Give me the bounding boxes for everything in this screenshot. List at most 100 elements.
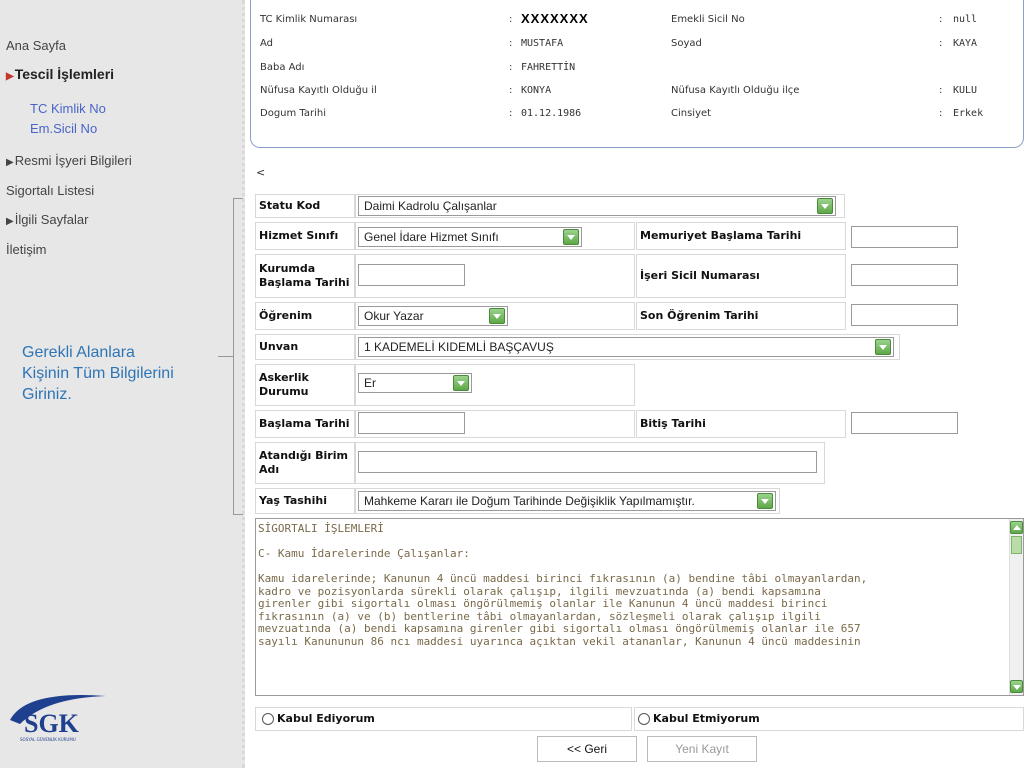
nav-em-label: Em.Sicil No — [30, 121, 98, 136]
bitis-tarihi-input[interactable] — [851, 412, 958, 434]
memuriyet-label: Memuriyet Başlama Tarihi — [636, 222, 846, 250]
nav-tc-kimlik-no[interactable]: TC Kimlik No — [30, 101, 106, 116]
terms-text: SİGORTALI İŞLEMLERİ C- Kamu İdarelerinde… — [258, 522, 868, 648]
soyad-value: KAYA — [953, 38, 978, 49]
accept-radio[interactable]: Kabul Ediyorum — [262, 712, 375, 725]
colon: : — [939, 14, 943, 25]
colon: : — [509, 38, 513, 49]
colon: : — [509, 108, 513, 119]
askerlik-select[interactable]: Er — [358, 373, 472, 393]
back-button[interactable]: << Geri — [537, 736, 637, 762]
atandigi-label-line-1: Atandığı Birim — [259, 449, 348, 462]
nav-insured-label: Sigortalı Listesi — [6, 183, 95, 198]
scroll-thumb[interactable] — [1011, 536, 1022, 554]
svg-text:SGK: SGK — [24, 709, 80, 738]
askerlik-value: Er — [364, 376, 376, 390]
accept-label: Kabul Ediyorum — [277, 712, 375, 725]
sgk-logo: SGK SOSYAL GÜVENLİK KURUMU — [6, 684, 114, 744]
annotation-line-3: Giriniz. — [22, 386, 72, 403]
askerlik-label-line-2: Durumu — [259, 385, 309, 398]
tc-label: TC Kimlik Numarası — [260, 14, 358, 25]
nav-related-pages[interactable]: ▶İlgili Sayfalar — [6, 212, 88, 227]
tc-value: XXXXXXX — [521, 11, 589, 26]
dogum-value: 01.12.1986 — [521, 108, 582, 119]
instruction-annotation: Gerekli Alanlara Kişinin Tüm Bilgilerini… — [22, 342, 212, 405]
chevron-down-icon — [489, 308, 505, 324]
colon: : — [509, 14, 513, 25]
statu-kod-value: Daimi Kadrolu Çalışanlar — [364, 199, 497, 213]
yas-tashihi-label: Yaş Tashihi — [255, 488, 355, 514]
ilce-label: Nüfusa Kayıtlı Olduğu ilçe — [671, 85, 800, 96]
chevron-down-icon — [875, 339, 891, 355]
terms-textarea[interactable]: SİGORTALI İŞLEMLERİ C- Kamu İdarelerinde… — [255, 518, 1024, 696]
cinsiyet-label: Cinsiyet — [671, 108, 712, 119]
nav-contact[interactable]: İletişim — [6, 242, 46, 257]
unvan-select[interactable]: 1 KADEMELİ KIDEMLİ BAŞÇAVUŞ — [358, 337, 894, 357]
sidebar: Ana Sayfa ▶Tescil İşlemleri TC Kimlik No… — [0, 0, 245, 768]
scroll-down-icon[interactable] — [1010, 680, 1023, 693]
yas-tashihi-select[interactable]: Mahkeme Kararı ile Doğum Tarihinde Değiş… — [358, 491, 776, 511]
kurumda-label-line-2: Başlama Tarihi — [259, 276, 350, 289]
chevron-down-icon — [817, 198, 833, 214]
colon: : — [509, 85, 513, 96]
unvan-label: Unvan — [255, 334, 355, 360]
nav-registration-label: Tescil İşlemleri — [14, 66, 115, 82]
nav-home[interactable]: Ana Sayfa — [6, 38, 66, 53]
nav-official-workplace[interactable]: ▶Resmi İşyeri Bilgileri — [6, 153, 132, 168]
svg-text:SOSYAL GÜVENLİK KURUMU: SOSYAL GÜVENLİK KURUMU — [20, 737, 76, 742]
nav-tc-label: TC Kimlik No — [30, 101, 106, 116]
nav-official-label: Resmi İşyeri Bilgileri — [14, 153, 132, 168]
nav-contact-label: İletişim — [6, 242, 47, 257]
scroll-up-icon[interactable] — [1010, 521, 1023, 534]
hizmet-sinifi-value: Genel İdare Hizmet Sınıfı — [364, 230, 499, 244]
annotation-line-1: Gerekli Alanlara — [22, 344, 135, 361]
iseri-sicil-input[interactable] — [851, 264, 958, 286]
hizmet-sinifi-select[interactable]: Genel İdare Hizmet Sınıfı — [358, 227, 582, 247]
reject-label: Kabul Etmiyorum — [653, 712, 760, 725]
baba-label: Baba Adı — [260, 62, 305, 73]
dogum-label: Dogum Tarihi — [260, 108, 327, 119]
ad-value: MUSTAFA — [521, 38, 564, 49]
expanded-triangle-icon: ▶ — [6, 71, 14, 82]
nav-related-label: İlgili Sayfalar — [14, 212, 89, 227]
back-arrow-link[interactable]: < — [256, 166, 265, 179]
emekli-value: null — [953, 14, 978, 25]
cinsiyet-value: Erkek — [953, 108, 984, 119]
nav-insured-list[interactable]: Sigortalı Listesi — [6, 183, 94, 198]
nav-registration[interactable]: ▶Tescil İşlemleri — [6, 66, 114, 82]
kurumda-baslama-label: Kurumda Başlama Tarihi — [255, 254, 355, 298]
ogrenim-label: Öğrenim — [255, 302, 355, 330]
memuriyet-baslama-input[interactable] — [851, 226, 958, 248]
atandigi-birim-label: Atandığı Birim Adı — [255, 442, 355, 484]
baba-value: FAHRETTİN — [521, 62, 576, 73]
nav-em-sicil-no[interactable]: Em.Sicil No — [30, 121, 97, 136]
ad-label: Ad — [260, 38, 274, 49]
statu-kod-label: Statu Kod — [255, 194, 355, 218]
ogrenim-select[interactable]: Okur Yazar — [358, 306, 508, 326]
colon: : — [939, 85, 943, 96]
bracket-line — [233, 514, 243, 515]
reject-radio[interactable]: Kabul Etmiyorum — [638, 712, 760, 725]
collapsed-triangle-icon: ▶ — [6, 216, 14, 227]
il-value: KONYA — [521, 85, 552, 96]
baslama-tarihi-label: Başlama Tarihi — [255, 410, 355, 438]
ilce-value: KULU — [953, 85, 978, 96]
terms-scrollbar[interactable] — [1009, 519, 1023, 695]
new-record-button[interactable]: Yeni Kayıt — [647, 736, 757, 762]
son-ogrenim-input[interactable] — [851, 304, 958, 326]
chevron-down-icon — [563, 229, 579, 245]
atandigi-birim-input[interactable] — [358, 451, 817, 473]
ogrenim-value: Okur Yazar — [364, 309, 424, 323]
chevron-down-icon — [757, 493, 773, 509]
il-label: Nüfusa Kayıtlı Olduğu il — [260, 85, 377, 96]
baslama-tarihi-input[interactable] — [358, 412, 465, 434]
son-ogrenim-label: Son Öğrenim Tarihi — [636, 302, 846, 330]
emekli-label: Emekli Sicil No — [671, 14, 745, 25]
kurumda-baslama-input[interactable] — [358, 264, 465, 286]
statu-kod-select[interactable]: Daimi Kadrolu Çalışanlar — [358, 196, 836, 216]
collapsed-triangle-icon: ▶ — [6, 157, 14, 168]
askerlik-label: Askerlik Durumu — [255, 364, 355, 406]
radio-circle-icon — [262, 712, 274, 725]
bitis-tarihi-label: Bitiş Tarihi — [636, 410, 846, 438]
bracket-line — [233, 198, 243, 199]
